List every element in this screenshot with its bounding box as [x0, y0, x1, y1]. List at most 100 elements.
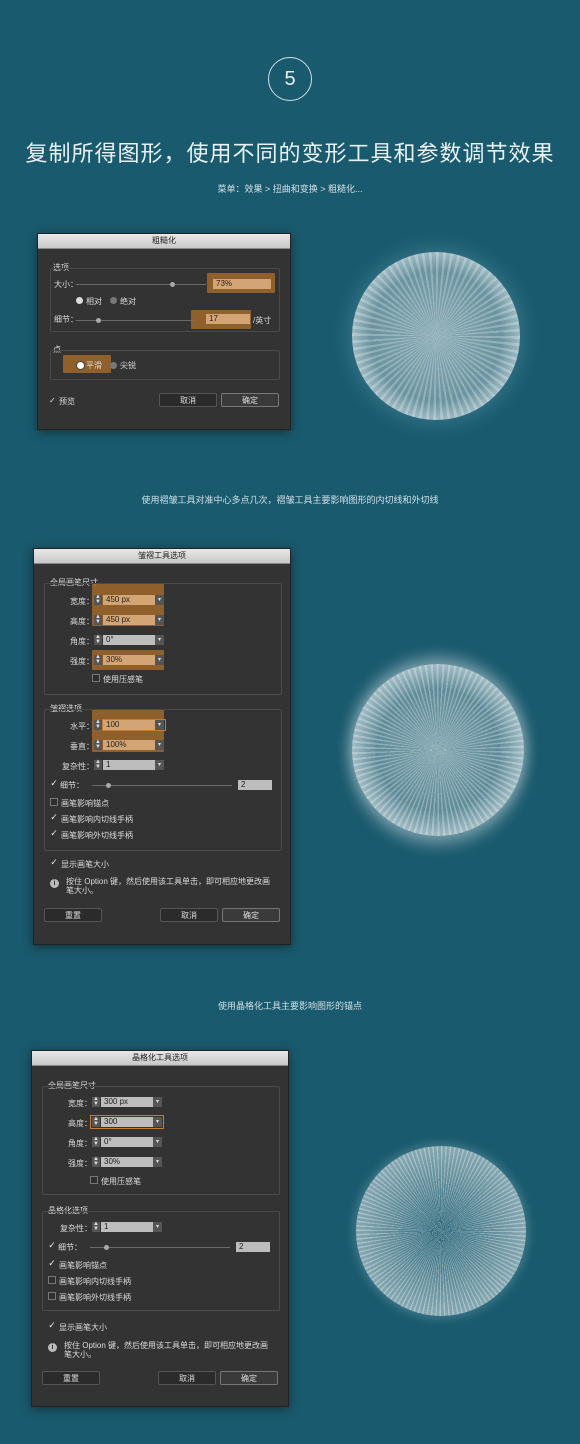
horizontal-label: 水平： [70, 722, 94, 731]
crystallized-sphere-image [356, 1146, 526, 1316]
show-brush-checkbox[interactable]: ✓ [50, 858, 58, 867]
angle-input[interactable]: 0° [103, 635, 155, 645]
step-number-badge: 5 [268, 57, 312, 101]
intensity-dropdown[interactable]: ▾ [153, 1157, 162, 1167]
complexity-label: 复杂性： [62, 762, 94, 771]
affect-out-checkbox[interactable] [48, 1292, 56, 1300]
height-input[interactable]: 450 px [103, 615, 155, 625]
smooth-label: 平滑 [86, 361, 102, 370]
height-input[interactable]: 300 [101, 1117, 153, 1127]
horizontal-spinner[interactable]: ▲ ▼ [94, 719, 102, 730]
smooth-radio[interactable] [76, 361, 85, 370]
horizontal-input[interactable]: 100 [103, 720, 155, 730]
vertical-spinner[interactable]: ▲ ▼ [94, 739, 102, 750]
complexity-input[interactable]: 1 [101, 1222, 153, 1232]
detail-slider-thumb[interactable] [104, 1245, 109, 1250]
affect-anchor-label: 画笔影响锚点 [59, 1261, 107, 1270]
width-dropdown[interactable]: ▾ [153, 1097, 162, 1107]
size-slider-thumb[interactable] [170, 282, 175, 287]
complexity-spinner[interactable]: ▲ ▼ [92, 1221, 100, 1232]
intensity-label: 强度： [70, 657, 94, 666]
menu-path-caption: 菜单：效果 > 扭曲和变换 > 粗糙化... [217, 184, 363, 194]
detail-slider-track[interactable] [92, 785, 232, 786]
complexity-dropdown[interactable]: ▾ [155, 760, 164, 770]
width-input[interactable]: 450 px [103, 595, 155, 605]
puckered-sphere-image [352, 664, 524, 836]
affect-anchor-checkbox[interactable]: ✓ [48, 1259, 56, 1268]
detail-unit: /英寸 [253, 316, 272, 325]
roughen-dialog: 粗糙化 选项 大小： 73% 相对 绝对 细节： 17 /英寸 点 平滑 尖锐 … [37, 233, 291, 430]
detail-slider-track[interactable] [90, 1247, 230, 1248]
preview-label: 预览 [59, 397, 75, 406]
intensity-input[interactable]: 30% [101, 1157, 153, 1167]
size-input[interactable]: 73% [213, 279, 271, 289]
width-label: 宽度： [68, 1099, 92, 1108]
width-spinner[interactable]: ▲ ▼ [92, 1096, 100, 1107]
angle-input[interactable]: 0° [101, 1137, 153, 1147]
affect-anchor-label: 画笔影响锚点 [61, 799, 109, 808]
ok-button[interactable]: 确定 [222, 908, 280, 922]
size-slider-track[interactable] [76, 284, 206, 285]
affect-in-checkbox[interactable] [48, 1276, 56, 1284]
affect-in-checkbox[interactable]: ✓ [50, 813, 58, 822]
complexity-dropdown[interactable]: ▾ [153, 1222, 162, 1232]
absolute-radio[interactable] [110, 297, 117, 304]
width-dropdown[interactable]: ▾ [155, 595, 164, 605]
angle-spinner[interactable]: ▲ ▼ [94, 634, 102, 645]
detail-label: 细节： [54, 315, 78, 324]
detail-input[interactable]: 2 [236, 1242, 270, 1252]
show-brush-label: 显示画笔大小 [61, 860, 109, 869]
affect-anchor-checkbox[interactable] [50, 798, 58, 806]
info-icon: i [50, 879, 59, 888]
detail-label: 细节： [58, 1243, 82, 1252]
vertical-input[interactable]: 100% [103, 740, 155, 750]
show-brush-label: 显示画笔大小 [59, 1323, 107, 1332]
height-spinner[interactable]: ▲ ▼ [94, 614, 102, 625]
detail-checkbox[interactable]: ✓ [48, 1241, 56, 1250]
intensity-dropdown[interactable]: ▾ [155, 655, 164, 665]
angle-dropdown[interactable]: ▾ [153, 1137, 162, 1147]
intensity-spinner[interactable]: ▲ ▼ [92, 1156, 100, 1167]
complexity-spinner[interactable]: ▲ ▼ [94, 759, 102, 770]
detail-slider-thumb[interactable] [106, 783, 111, 788]
intensity-spinner[interactable]: ▲ ▼ [94, 654, 102, 665]
preview-checkbox[interactable]: ✓ [49, 396, 56, 405]
pressure-pen-label: 使用压感笔 [103, 675, 143, 684]
width-input[interactable]: 300 px [101, 1097, 153, 1107]
affect-out-label: 画笔影响外切线手柄 [59, 1293, 131, 1302]
pressure-pen-checkbox[interactable] [92, 674, 100, 682]
ok-button[interactable]: 确定 [221, 393, 279, 407]
pucker-caption: 使用褶皱工具对准中心多点几次，褶皱工具主要影响图形的内切线和外切线 [141, 495, 439, 505]
horizontal-dropdown[interactable]: ▾ [155, 720, 164, 730]
intensity-input[interactable]: 30% [103, 655, 155, 665]
complexity-label: 复杂性： [60, 1224, 92, 1233]
height-dropdown[interactable]: ▾ [155, 615, 164, 625]
height-dropdown[interactable]: ▾ [153, 1117, 162, 1127]
width-spinner[interactable]: ▲ ▼ [94, 594, 102, 605]
detail-slider-track[interactable] [76, 320, 196, 321]
complexity-input[interactable]: 1 [103, 760, 155, 770]
ok-button[interactable]: 确定 [220, 1371, 278, 1385]
reset-button[interactable]: 重置 [44, 908, 102, 922]
detail-slider-thumb[interactable] [96, 318, 101, 323]
angle-dropdown[interactable]: ▾ [155, 635, 164, 645]
corner-label: 尖锐 [120, 361, 136, 370]
angle-label: 角度： [68, 1139, 92, 1148]
height-spinner[interactable]: ▲ ▼ [92, 1116, 100, 1127]
corner-radio[interactable] [110, 362, 117, 369]
detail-checkbox[interactable]: ✓ [50, 779, 58, 788]
affect-out-checkbox[interactable]: ✓ [50, 829, 58, 838]
roughened-sphere-image [352, 252, 520, 420]
angle-spinner[interactable]: ▲ ▼ [92, 1136, 100, 1147]
cancel-button[interactable]: 取消 [158, 1371, 216, 1385]
pressure-pen-checkbox[interactable] [90, 1176, 98, 1184]
cancel-button[interactable]: 取消 [160, 908, 218, 922]
vertical-dropdown[interactable]: ▾ [155, 740, 164, 750]
relative-radio[interactable] [76, 297, 83, 304]
cancel-button[interactable]: 取消 [159, 393, 217, 407]
show-brush-checkbox[interactable]: ✓ [48, 1321, 56, 1330]
detail-input[interactable]: 17 [206, 314, 250, 324]
affect-out-label: 画笔影响外切线手柄 [61, 831, 133, 840]
detail-input[interactable]: 2 [238, 780, 272, 790]
reset-button[interactable]: 重置 [42, 1371, 100, 1385]
